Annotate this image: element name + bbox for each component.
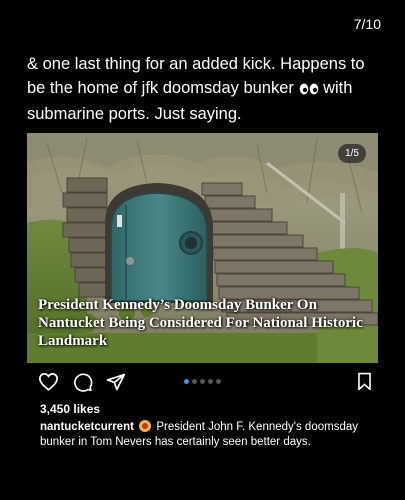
- radioactive-emoji-icon: [139, 420, 152, 432]
- carousel-dot: [208, 379, 213, 384]
- likes-count[interactable]: 3,450 likes: [40, 402, 100, 416]
- carousel-dot: [184, 379, 189, 384]
- post-image[interactable]: 1/5 President Kennedy’s Doomsday Bunker …: [27, 133, 378, 363]
- carousel-dot: [200, 379, 205, 384]
- eyes-emoji-icon: [299, 78, 319, 102]
- post-description: nantucketcurrent President John F. Kenne…: [40, 420, 371, 450]
- carousel-indicator: [184, 379, 221, 385]
- post-headline: President Kennedy’s Doomsday Bunker On N…: [38, 297, 363, 349]
- comment-icon[interactable]: [73, 372, 93, 397]
- carousel-dot: [216, 379, 221, 384]
- send-icon[interactable]: [106, 372, 126, 397]
- post-username[interactable]: nantucketcurrent: [40, 421, 134, 433]
- story-caption: & one last thing for an added kick. Happ…: [27, 52, 385, 126]
- story-counter: 7/10: [353, 16, 381, 32]
- image-counter-badge: 1/5: [338, 144, 366, 163]
- bookmark-icon[interactable]: [356, 372, 373, 396]
- heart-icon[interactable]: [38, 372, 59, 396]
- carousel-dot: [192, 379, 197, 384]
